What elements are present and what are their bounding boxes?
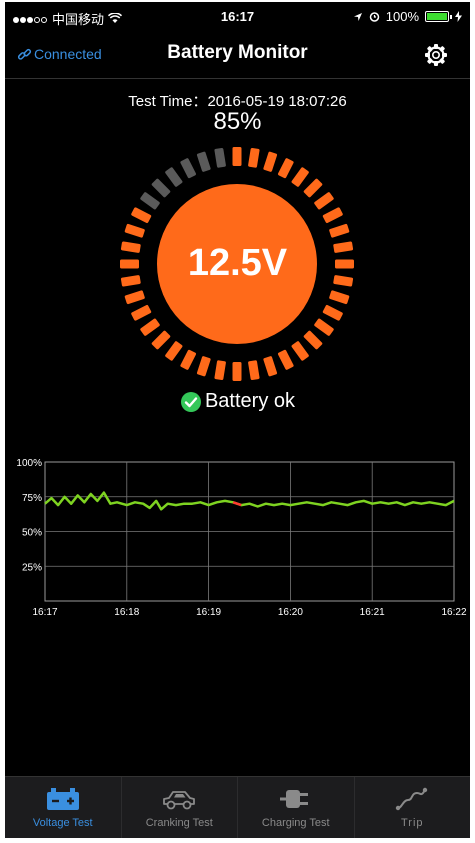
- gauge-segment: [314, 192, 334, 210]
- gauge-segment: [303, 330, 323, 350]
- gauge-segment: [196, 356, 211, 377]
- tab-bar: Voltage Test Cranking Test Charging Test…: [5, 776, 470, 838]
- tab-charging-test[interactable]: Charging Test: [238, 777, 355, 838]
- check-circle-icon: [180, 391, 201, 412]
- gauge-segment: [277, 158, 294, 179]
- tab-voltage-test[interactable]: Voltage Test: [5, 777, 122, 838]
- tab-trip[interactable]: Trip: [355, 777, 471, 838]
- location-icon: [353, 12, 362, 21]
- gauge-segment: [277, 349, 294, 370]
- car-icon: [163, 791, 196, 810]
- voltage-value: 12.5V: [187, 242, 288, 284]
- page-title: Battery Monitor: [167, 42, 308, 63]
- nav-bar: Connected Battery Monitor: [5, 34, 470, 79]
- gauge-segment: [131, 304, 152, 321]
- gauge-segment: [124, 290, 145, 305]
- battery-percent: 100%: [385, 9, 419, 24]
- voltage-line-highlight: [232, 501, 242, 507]
- gauge-segment: [263, 151, 278, 172]
- tab-cranking-test[interactable]: Cranking Test: [122, 777, 238, 838]
- gauge-segment: [165, 341, 183, 361]
- gauge-segment: [180, 349, 197, 370]
- tab-label: Trip: [400, 817, 424, 829]
- settings-button[interactable]: [424, 43, 448, 72]
- gauge-segment: [151, 330, 171, 350]
- gauge-segment: [322, 304, 343, 321]
- gauge-segment: [151, 178, 171, 198]
- gauge-segment: [180, 158, 197, 179]
- alarm-icon: [369, 12, 379, 22]
- gauge-segment: [214, 147, 226, 168]
- gauge-segment: [196, 151, 211, 172]
- status-right: 100%: [353, 9, 462, 24]
- tab-label: Cranking Test: [145, 817, 213, 829]
- x-tick-label: 16:19: [196, 607, 221, 618]
- x-tick-label: 16:18: [114, 607, 139, 618]
- x-tick-label: 16:22: [441, 607, 466, 618]
- tab-label: Charging Test: [261, 817, 330, 829]
- y-tick-label: 100%: [16, 458, 42, 469]
- gauge-segment: [322, 207, 343, 224]
- app-screen: 中国移动 16:17 100% Connected Battery Monito…: [5, 2, 470, 838]
- y-tick-label: 75%: [22, 493, 42, 504]
- plug-icon: [279, 790, 308, 808]
- gauge-segment: [140, 318, 160, 336]
- charging-icon: [455, 11, 462, 22]
- y-tick-label: 25%: [22, 562, 42, 573]
- gauge-segment: [263, 356, 278, 377]
- gauge-segment: [214, 360, 226, 381]
- voltage-history-chart: 100% 75% 50% 25% 16:17 16:18 16:19 16:20 16:21 16…: [16, 458, 467, 618]
- gauge-segment: [303, 178, 323, 198]
- battery-icon: [46, 788, 79, 810]
- gauge-segment: [291, 167, 309, 187]
- battery-status: Battery ok: [5, 390, 470, 413]
- gear-icon: [425, 44, 447, 66]
- gauge-segment: [232, 362, 242, 381]
- x-tick-label: 16:20: [278, 607, 303, 618]
- tab-label: Voltage Test: [32, 817, 93, 829]
- gauge-segment: [131, 207, 152, 224]
- gauge-segment: [232, 147, 242, 166]
- gauge-segment: [314, 318, 334, 336]
- gauge-segment: [329, 223, 350, 238]
- y-tick-label: 50%: [22, 528, 42, 539]
- gauge-segment: [248, 360, 260, 381]
- status-bar: 中国移动 16:17 100%: [5, 2, 470, 32]
- gauge-segment: [165, 167, 183, 187]
- gauge-segment: [291, 341, 309, 361]
- route-icon: [396, 787, 428, 811]
- battery-icon: [425, 11, 452, 22]
- battery-status-text: Battery ok: [204, 390, 296, 412]
- x-tick-label: 16:21: [360, 607, 385, 618]
- gauge-segment: [124, 223, 145, 238]
- gauge-segment: [140, 192, 160, 210]
- gauge-segment: [248, 147, 260, 168]
- voltage-line: [44, 491, 455, 511]
- gauge-segment: [329, 290, 350, 305]
- charge-percent: 85%: [213, 108, 262, 135]
- x-tick-label: 16:17: [32, 607, 57, 618]
